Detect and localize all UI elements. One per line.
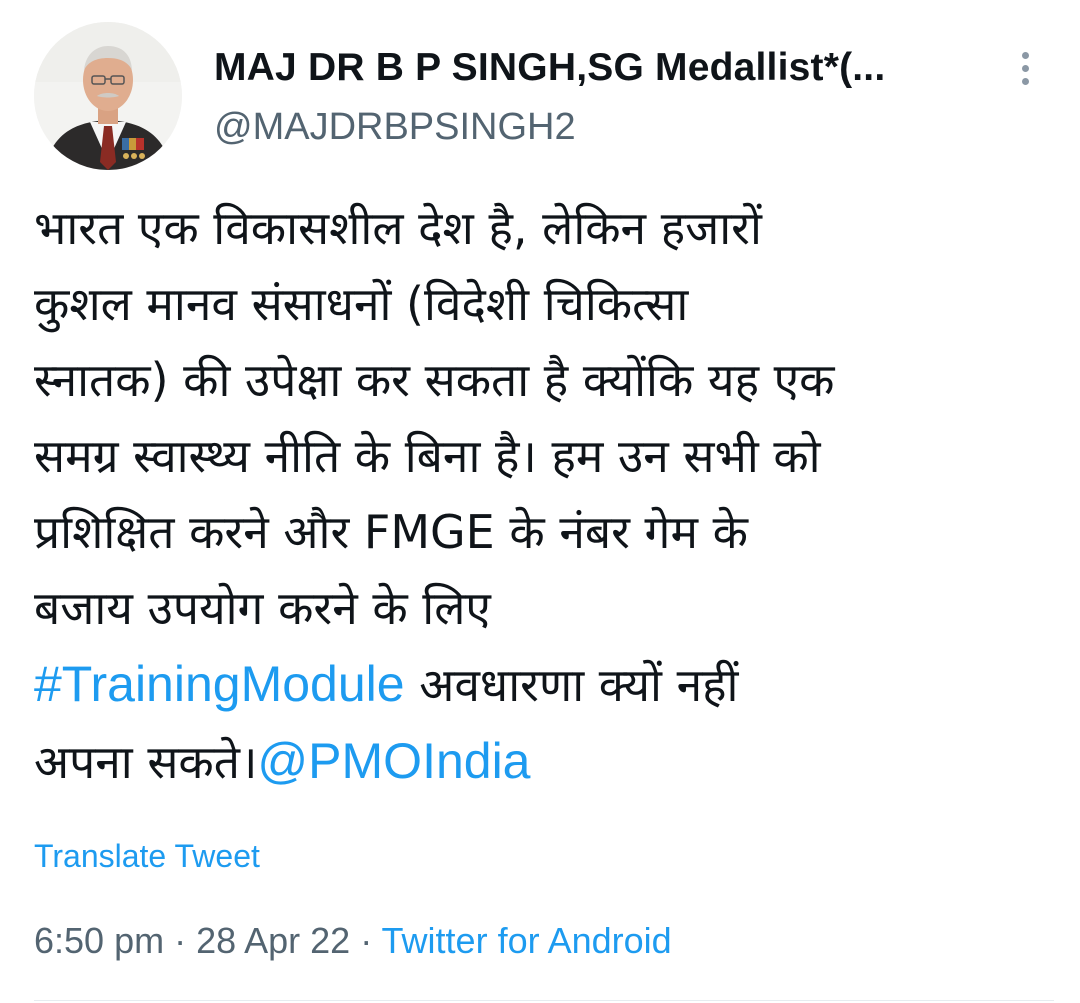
user-handle[interactable]: @MAJDRBPSINGH2 <box>214 106 576 149</box>
tweet-text-line: अपना सकते।@PMOIndia <box>34 723 1054 800</box>
meta-separator: · <box>350 920 382 961</box>
tweet-date[interactable]: 28 Apr 22 <box>196 920 350 961</box>
tweet-text-fragment: अवधारणा क्यों नहीं <box>404 658 739 712</box>
tweet-text-line: बजाय उपयोग करने के लिए <box>34 581 491 635</box>
tweet-text-line: कुशल मानव संसाधनों (विदेशी चिकित्सा <box>34 277 689 331</box>
more-vertical-icon-dot <box>1021 77 1029 85</box>
more-vertical-icon <box>1021 51 1029 59</box>
translate-tweet-link[interactable]: Translate Tweet <box>34 838 260 875</box>
tweet-text-fragment: अपना सकते। <box>34 735 258 789</box>
meta-separator: · <box>164 920 197 961</box>
mention-link[interactable]: @PMOIndia <box>257 733 530 789</box>
display-name[interactable]: MAJ DR B P SINGH,SG Medallist*(... <box>214 46 885 90</box>
tweet-text-line: भारत एक विकासशील देश है, लेकिन हजारों <box>34 201 762 255</box>
tweet-metadata: 6:50 pm · 28 Apr 22 · Twitter for Androi… <box>34 920 672 962</box>
avatar[interactable] <box>34 22 182 170</box>
tweet-text-line: #TrainingModule अवधारणा क्यों नहीं <box>34 646 1054 723</box>
hashtag-link[interactable]: #TrainingModule <box>34 656 405 712</box>
tweet-text: भारत एक विकासशील देश है, लेकिन हजारों कु… <box>34 190 1054 800</box>
tweet-text-line: स्नातक) की उपेक्षा कर सकता है क्योंकि यह… <box>34 353 835 407</box>
more-vertical-icon-dot <box>1021 64 1029 72</box>
tweet-text-line: प्रशिक्षित करने और FMGE के नंबर गेम के <box>34 505 748 559</box>
more-options-button[interactable] <box>1002 40 1048 96</box>
tweet-time[interactable]: 6:50 pm <box>34 920 164 961</box>
tweet-text-line: समग्र स्वास्थ्य नीति के बिना है। हम उन स… <box>34 429 821 483</box>
divider <box>34 1000 1054 1001</box>
avatar-photo <box>34 22 182 170</box>
tweet-source-link[interactable]: Twitter for Android <box>382 920 672 961</box>
